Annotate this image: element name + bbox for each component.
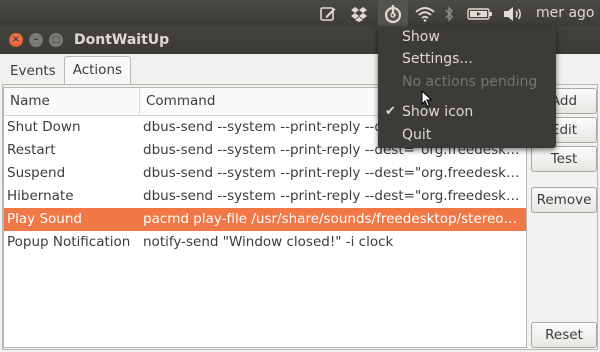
table-row-selected[interactable]: Play Sound pacmd play-file /usr/share/so…	[4, 208, 526, 231]
battery-icon[interactable]	[465, 0, 495, 27]
row-command: dbus-send --system --print-reply --dest=…	[143, 165, 526, 181]
minimize-button[interactable]: –	[29, 33, 43, 47]
menu-item-show[interactable]: Show	[402, 26, 440, 48]
clock[interactable]: mer ago 2	[536, 0, 600, 48]
close-button[interactable]: ×	[9, 33, 23, 47]
edit-icon[interactable]	[316, 0, 340, 27]
maximize-icon: □	[51, 34, 61, 45]
row-name: Restart	[7, 142, 56, 158]
row-name: Shut Down	[7, 119, 81, 135]
dropbox-icon[interactable]	[347, 0, 371, 27]
maximize-button[interactable]: □	[49, 33, 63, 47]
tab-bar: Events Actions	[0, 56, 132, 84]
row-command: dbus-send --system --print-reply --dest=…	[143, 188, 526, 204]
reset-button[interactable]: Reset	[531, 322, 597, 348]
tab-events[interactable]: Events	[2, 59, 64, 84]
remove-button[interactable]: Remove	[531, 187, 597, 213]
window-title: DontWaitUp	[74, 32, 170, 48]
minimize-icon: –	[33, 34, 39, 45]
tab-actions[interactable]: Actions	[63, 56, 132, 84]
test-button[interactable]: Test	[531, 146, 597, 172]
menu-item-show-icon[interactable]: Show icon	[402, 101, 473, 123]
close-icon: ×	[11, 34, 21, 45]
mouse-pointer-icon	[421, 89, 433, 112]
row-name: Suspend	[7, 165, 66, 181]
row-name: Hibernate	[7, 188, 74, 204]
table-row[interactable]: Hibernate dbus-send --system --print-rep…	[4, 185, 526, 208]
menu-item-quit[interactable]: Quit	[402, 124, 431, 146]
top-panel: mer ago 2	[0, 0, 600, 48]
row-command: pacmd play-file /usr/share/sounds/freede…	[143, 211, 526, 227]
column-header-name[interactable]: Name	[4, 88, 140, 115]
menu-item-settings[interactable]: Settings...	[402, 48, 473, 70]
dontwaitup-icon[interactable]	[378, 0, 408, 27]
row-name: Popup Notification	[7, 234, 131, 250]
volume-icon[interactable]	[501, 0, 525, 27]
row-command: notify-send "Window closed!" -i clock	[143, 234, 394, 250]
wifi-icon[interactable]	[413, 0, 437, 27]
bluetooth-icon[interactable]	[440, 0, 458, 27]
indicator-menu: Show Settings... No actions pending ✔ Sh…	[378, 26, 556, 148]
table-row[interactable]: Popup Notification notify-send "Window c…	[4, 231, 526, 254]
check-icon: ✔	[385, 104, 396, 119]
table-row[interactable]: Suspend dbus-send --system --print-reply…	[4, 162, 526, 185]
row-name: Play Sound	[7, 211, 82, 227]
